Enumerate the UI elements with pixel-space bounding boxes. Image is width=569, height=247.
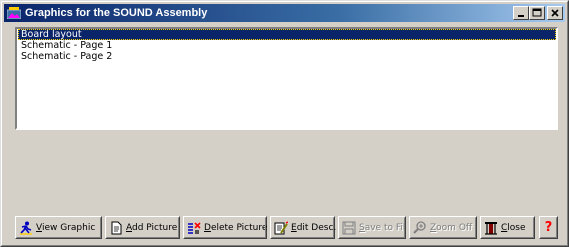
close-window-button[interactable] (547, 6, 563, 20)
maximize-icon (532, 8, 542, 17)
close-label: Close (501, 222, 526, 233)
edit-desc-button[interactable]: Edit Desc. (270, 216, 337, 239)
zoom-off-label: Zoom Off (430, 222, 473, 233)
list-item[interactable]: Board layout (18, 29, 556, 40)
list-item[interactable]: Schematic - Page 1 (18, 40, 556, 51)
delete-picture-label: Delete Picture (204, 222, 268, 233)
minimize-icon (518, 15, 524, 17)
maximize-button[interactable] (529, 6, 545, 20)
title-bar[interactable]: Graphics for the SOUND Assembly (4, 4, 565, 22)
caption-buttons (513, 6, 563, 20)
list-item[interactable]: Schematic - Page 2 (18, 51, 556, 62)
help-button[interactable]: ? (539, 216, 558, 239)
window-title: Graphics for the SOUND Assembly (25, 7, 208, 19)
add-picture-button[interactable]: Add Picture (105, 216, 180, 239)
question-mark-icon: ? (544, 220, 553, 235)
delete-picture-icon (187, 221, 201, 235)
door-icon (484, 221, 498, 235)
button-bar: View Graphic Add Picture Delete Picture (15, 216, 558, 239)
edit-desc-label: Edit Desc. (291, 222, 337, 233)
running-figure-icon (19, 221, 33, 235)
delete-picture-button[interactable]: Delete Picture (183, 216, 267, 239)
graphics-list[interactable]: Board layout Schematic - Page 1 Schemati… (15, 27, 558, 130)
floppy-disk-icon (342, 221, 356, 235)
save-to-file-button[interactable]: Save to File (338, 216, 406, 239)
zoom-off-button[interactable]: Zoom Off (409, 216, 477, 239)
magnifier-icon (413, 220, 427, 235)
add-picture-label: Add Picture (126, 222, 178, 233)
minimize-button[interactable] (513, 6, 529, 20)
edit-description-icon (274, 220, 288, 235)
app-icon (6, 5, 22, 21)
close-button[interactable]: Close (480, 216, 535, 239)
close-icon (551, 9, 559, 17)
view-graphic-label: View Graphic (36, 222, 96, 233)
graphics-window: Graphics for the SOUND Assembly Board la… (0, 0, 569, 247)
save-to-file-label: Save to File (359, 222, 406, 233)
view-graphic-button[interactable]: View Graphic (15, 216, 102, 239)
add-document-icon (109, 221, 123, 235)
